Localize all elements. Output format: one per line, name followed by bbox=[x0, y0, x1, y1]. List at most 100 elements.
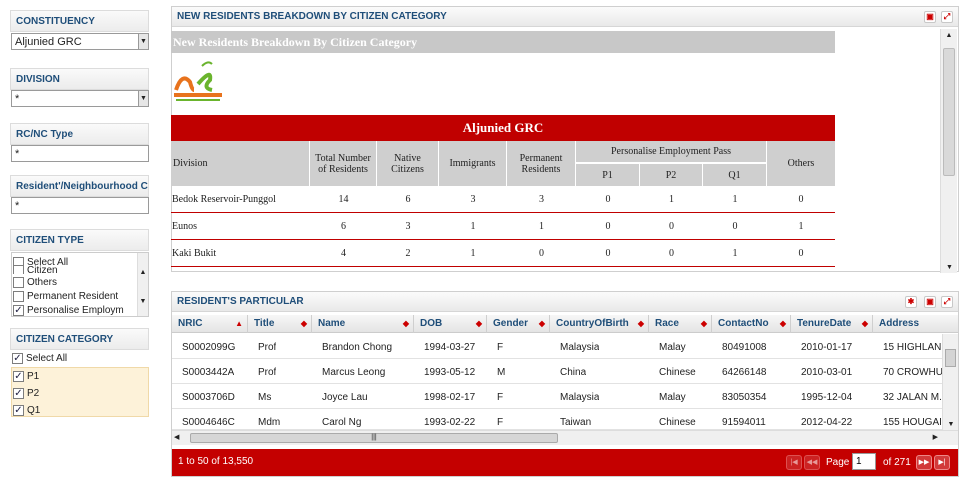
filter-sidebar: CONSTITUENCY Aljunied GRC ▼ DIVISION * ▼ R… bbox=[0, 0, 158, 484]
table-row: Bedok Reservoir-Punggol 14 6 3 3 0 1 1 0 bbox=[171, 186, 835, 213]
last-page-icon[interactable]: ▶| bbox=[934, 455, 950, 470]
col-p2: P2 bbox=[640, 164, 703, 186]
rcnc-input[interactable]: * bbox=[11, 145, 149, 162]
grc-title: Aljunied GRC bbox=[171, 115, 835, 141]
report-panel-header: NEW RESIDENTS BREAKDOWN BY CITIZEN CATEG… bbox=[172, 7, 958, 27]
grid-col-race[interactable]: Race ◆ bbox=[649, 315, 712, 333]
grid-vscrollbar[interactable]: ▼ bbox=[942, 334, 958, 430]
checkbox-icon[interactable] bbox=[13, 264, 24, 274]
grid-col-gender[interactable]: Gender ◆ bbox=[487, 315, 550, 333]
check-icon[interactable]: ✓ bbox=[13, 387, 24, 399]
checkbox-icon[interactable] bbox=[13, 290, 24, 302]
chevron-down-icon[interactable]: ▼ bbox=[941, 264, 958, 271]
citizen-category-header: CITIZEN CATEGORY bbox=[10, 328, 149, 350]
table-row[interactable]: S0003706D Ms Joyce Lau 1998-02-17 F Malaysia M… bbox=[172, 384, 942, 409]
col-native: Native Citizens bbox=[377, 141, 439, 186]
grid-col-tenure[interactable]: TenureDate ◆ bbox=[791, 315, 873, 333]
grid-col-name[interactable]: Name ◆ bbox=[312, 315, 414, 333]
grid-hscrollbar[interactable]: ◀ ||| ▶ bbox=[172, 430, 958, 445]
col-immigrants: Immigrants bbox=[439, 141, 507, 186]
chevron-down-icon[interactable]: ▼ bbox=[943, 421, 959, 428]
maximize-icon[interactable]: ⤢ bbox=[941, 296, 953, 308]
scroll-thumb[interactable] bbox=[943, 48, 955, 176]
citizen-type-header: CITIZEN TYPE bbox=[10, 229, 149, 251]
check-icon[interactable]: ✓ bbox=[13, 404, 24, 416]
chevron-down-icon[interactable]: ▼ bbox=[138, 34, 148, 49]
check-icon[interactable]: ✓ bbox=[13, 370, 24, 382]
grid-col-country[interactable]: CountryOfBirth ◆ bbox=[550, 315, 649, 333]
grid-panel-header: RESIDENT'S PARTICULAR ✱ ▣ ⤢ bbox=[172, 292, 958, 312]
scroll-thumb[interactable] bbox=[945, 349, 956, 367]
table-row: Eunos 6 3 1 1 0 0 0 1 bbox=[171, 213, 835, 240]
report-scrollbar[interactable]: ▲ ▼ bbox=[940, 29, 957, 273]
scrollbar[interactable]: ▲ ▼ bbox=[137, 253, 148, 316]
check-icon[interactable]: ✓ bbox=[12, 352, 23, 364]
prev-page-icon[interactable]: ◀◀ bbox=[804, 455, 820, 470]
table-row[interactable]: S0002099G Prof Brandon Chong 1994-03-27 F Mal… bbox=[172, 334, 942, 359]
col-total: Total Number of Residents bbox=[310, 141, 377, 186]
page-total: of 271 bbox=[883, 457, 911, 468]
sort-icon[interactable]: ◆ bbox=[403, 315, 409, 333]
maximize-icon[interactable]: ⤢ bbox=[941, 11, 953, 23]
sort-icon[interactable]: ◆ bbox=[638, 315, 644, 333]
citizen-category-select-all[interactable]: ✓ Select All bbox=[12, 352, 67, 366]
table-row: Kaki Bukit 4 2 1 0 0 0 1 0 bbox=[171, 240, 835, 267]
grid-col-dob[interactable]: DOB ◆ bbox=[414, 315, 487, 333]
citizen-category-list: ✓ P1 ✓ P2 ✓ Q1 bbox=[11, 367, 149, 417]
chevron-down-icon[interactable]: ▼ bbox=[138, 298, 148, 305]
sort-asc-icon[interactable]: ▲ bbox=[235, 315, 243, 333]
constituency-header: CONSTITUENCY bbox=[10, 10, 149, 32]
citizen-type-list: Select All Citizen Others Permanent Resi… bbox=[11, 252, 149, 317]
col-permanent: Permanent Residents bbox=[507, 141, 576, 186]
grid-col-nric[interactable]: NRIC ▲ bbox=[172, 315, 248, 333]
window-icon[interactable]: ▣ bbox=[924, 296, 936, 308]
rcnc-header: RC/NC Type bbox=[10, 123, 149, 145]
first-page-icon[interactable]: |◀ bbox=[786, 455, 802, 470]
col-p1: P1 bbox=[576, 164, 640, 186]
sort-icon[interactable]: ◆ bbox=[539, 315, 545, 333]
chevron-up-icon[interactable]: ▲ bbox=[138, 269, 148, 276]
check-icon[interactable]: ✓ bbox=[13, 304, 24, 316]
list-item[interactable]: Citizen bbox=[13, 264, 58, 274]
pager-bar: 1 to 50 of 13,550 |◀ ◀◀ Page 1 of 271 ▶▶… bbox=[172, 449, 958, 476]
list-item[interactable]: ✓ P1 bbox=[13, 370, 39, 384]
next-page-icon[interactable]: ▶▶ bbox=[916, 455, 932, 470]
division-select[interactable]: * ▼ bbox=[11, 90, 149, 107]
constituency-select[interactable]: Aljunied GRC ▼ bbox=[11, 33, 149, 50]
grid-header: NRIC ▲ Title ◆ Name ◆ DOB ◆ Gender ◆ CountryO… bbox=[172, 315, 958, 333]
page-label: Page bbox=[826, 457, 850, 468]
grid-col-address[interactable]: Address bbox=[873, 315, 958, 333]
chevron-right-icon[interactable]: ▶ bbox=[933, 433, 938, 441]
north-east-logo bbox=[172, 60, 224, 104]
page-input[interactable]: 1 bbox=[852, 453, 876, 470]
pager-summary: 1 to 50 of 13,550 bbox=[178, 456, 254, 467]
window-icon[interactable]: ▣ bbox=[924, 11, 936, 23]
col-pep: Personalise Employment Pass bbox=[576, 141, 767, 163]
grid-col-contact[interactable]: ContactNo ◆ bbox=[712, 315, 791, 333]
checkbox-icon[interactable] bbox=[13, 276, 24, 288]
chevron-down-icon[interactable]: ▼ bbox=[138, 91, 148, 106]
list-item[interactable]: ✓ Q1 bbox=[13, 404, 40, 418]
sort-icon[interactable]: ◆ bbox=[476, 315, 482, 333]
resident-input[interactable]: * bbox=[11, 197, 149, 214]
division-header: DIVISION bbox=[10, 68, 149, 90]
sort-icon[interactable]: ◆ bbox=[701, 315, 707, 333]
col-others: Others bbox=[767, 141, 835, 186]
list-item[interactable]: Others bbox=[13, 276, 57, 290]
list-item[interactable]: ✓ Personalise Employm bbox=[13, 304, 124, 316]
settings-icon[interactable]: ✱ bbox=[905, 296, 917, 308]
sort-icon[interactable]: ◆ bbox=[301, 315, 307, 333]
col-division: Division bbox=[171, 141, 310, 186]
chevron-up-icon[interactable]: ▲ bbox=[941, 32, 957, 39]
grid-col-title[interactable]: Title ◆ bbox=[248, 315, 312, 333]
chevron-left-icon[interactable]: ◀ bbox=[174, 433, 179, 441]
scroll-thumb[interactable]: ||| bbox=[190, 433, 558, 443]
sort-icon[interactable]: ◆ bbox=[862, 315, 868, 333]
sort-icon[interactable]: ◆ bbox=[780, 315, 786, 333]
report-title: New Residents Breakdown By Citizen Categ… bbox=[171, 31, 835, 53]
col-q1: Q1 bbox=[703, 164, 767, 186]
list-item[interactable]: Permanent Resident bbox=[13, 290, 118, 304]
table-row[interactable]: S0004646C Mdm Carol Ng 1993-02-22 F Taiwan Chi… bbox=[172, 409, 942, 430]
list-item[interactable]: ✓ P2 bbox=[13, 387, 39, 401]
table-row[interactable]: S0003442A Prof Marcus Leong 1993-05-12 M Chin… bbox=[172, 359, 942, 384]
